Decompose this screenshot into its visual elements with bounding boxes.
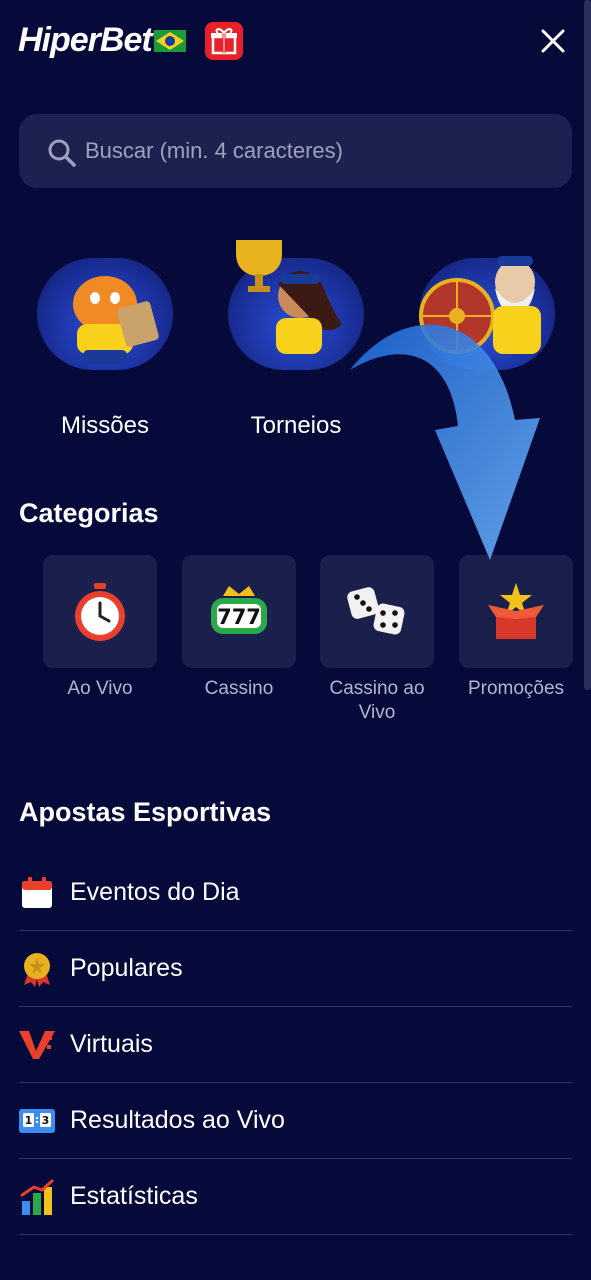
slot-777-icon: 777: [211, 585, 267, 634]
feature-torneios[interactable]: Torneios: [226, 240, 366, 440]
calendar-icon: [19, 875, 55, 911]
close-icon: [541, 29, 565, 53]
gift-icon: [211, 28, 237, 55]
search-bar[interactable]: [19, 114, 572, 188]
category-promocoes[interactable]: Promoções: [459, 555, 573, 701]
medal-icon: [19, 951, 55, 987]
trophy-mascot-icon: [228, 240, 364, 370]
tiger-mascot-icon: [37, 258, 173, 370]
category-cassino-ao-vivo[interactable]: Cassino ao Vivo: [320, 555, 434, 725]
logo-text: HiperBet: [18, 21, 153, 59]
sports-title: Apostas Esportivas: [19, 797, 272, 827]
search-input[interactable]: [85, 132, 545, 170]
sport-item-label: Estatísticas: [70, 1182, 198, 1210]
sport-item-eventos-do-dia[interactable]: Eventos do Dia: [19, 855, 572, 931]
close-button[interactable]: [538, 26, 568, 56]
feature-label: Torneios: [250, 412, 342, 439]
category-tile: [459, 555, 573, 668]
sport-item-label: Populares: [70, 954, 183, 982]
svg-text:777: 777: [217, 605, 261, 629]
dice-icon: [347, 586, 405, 634]
sport-item-estatisticas[interactable]: Estatísticas: [19, 1159, 572, 1235]
category-label: Cassino ao Vivo: [329, 678, 425, 723]
category-cassino[interactable]: 777 Cassino: [182, 555, 296, 701]
category-ao-vivo[interactable]: Ao Vivo: [43, 555, 157, 701]
bar-chart-icon: [19, 1179, 55, 1215]
scoreboard-icon: 1 3: [19, 1103, 55, 1139]
category-tile: [43, 555, 157, 668]
virtual-v-icon: [19, 1027, 55, 1063]
category-label: Cassino: [204, 678, 274, 699]
category-label: Promoções: [467, 678, 565, 699]
category-tile: [320, 555, 434, 668]
sport-item-resultados-ao-vivo[interactable]: 1 3 Resultados ao Vivo: [19, 1083, 572, 1159]
feature-missoes[interactable]: Missões: [35, 258, 175, 440]
logo[interactable]: HiperBet: [18, 20, 186, 60]
svg-text:3: 3: [42, 1114, 50, 1127]
stopwatch-icon: [75, 582, 125, 641]
category-tile: 777: [182, 555, 296, 668]
gift-button[interactable]: [205, 22, 243, 60]
scrollbar[interactable]: [584, 0, 591, 690]
sport-item-label: Virtuais: [70, 1030, 153, 1058]
feature-label: Missões: [60, 412, 150, 439]
category-label: Ao Vivo: [67, 678, 133, 699]
wheel-mascot-icon: [419, 256, 555, 370]
sport-item-virtuais[interactable]: Virtuais: [19, 1007, 572, 1083]
sports-list: Eventos do Dia Populares Virtuais 1 3 Re…: [19, 855, 572, 1235]
sport-item-label: Eventos do Dia: [70, 878, 240, 906]
feature-wheel[interactable]: [417, 256, 557, 412]
gift-box-star-icon: [488, 582, 544, 639]
sport-item-label: Resultados ao Vivo: [70, 1106, 285, 1134]
sport-item-populares[interactable]: Populares: [19, 931, 572, 1007]
categories-title: Categorias: [19, 498, 159, 528]
search-icon: [48, 139, 76, 167]
svg-text:1: 1: [25, 1114, 33, 1127]
brazil-flag-icon: [153, 30, 186, 52]
header: HiperBet: [0, 0, 591, 90]
